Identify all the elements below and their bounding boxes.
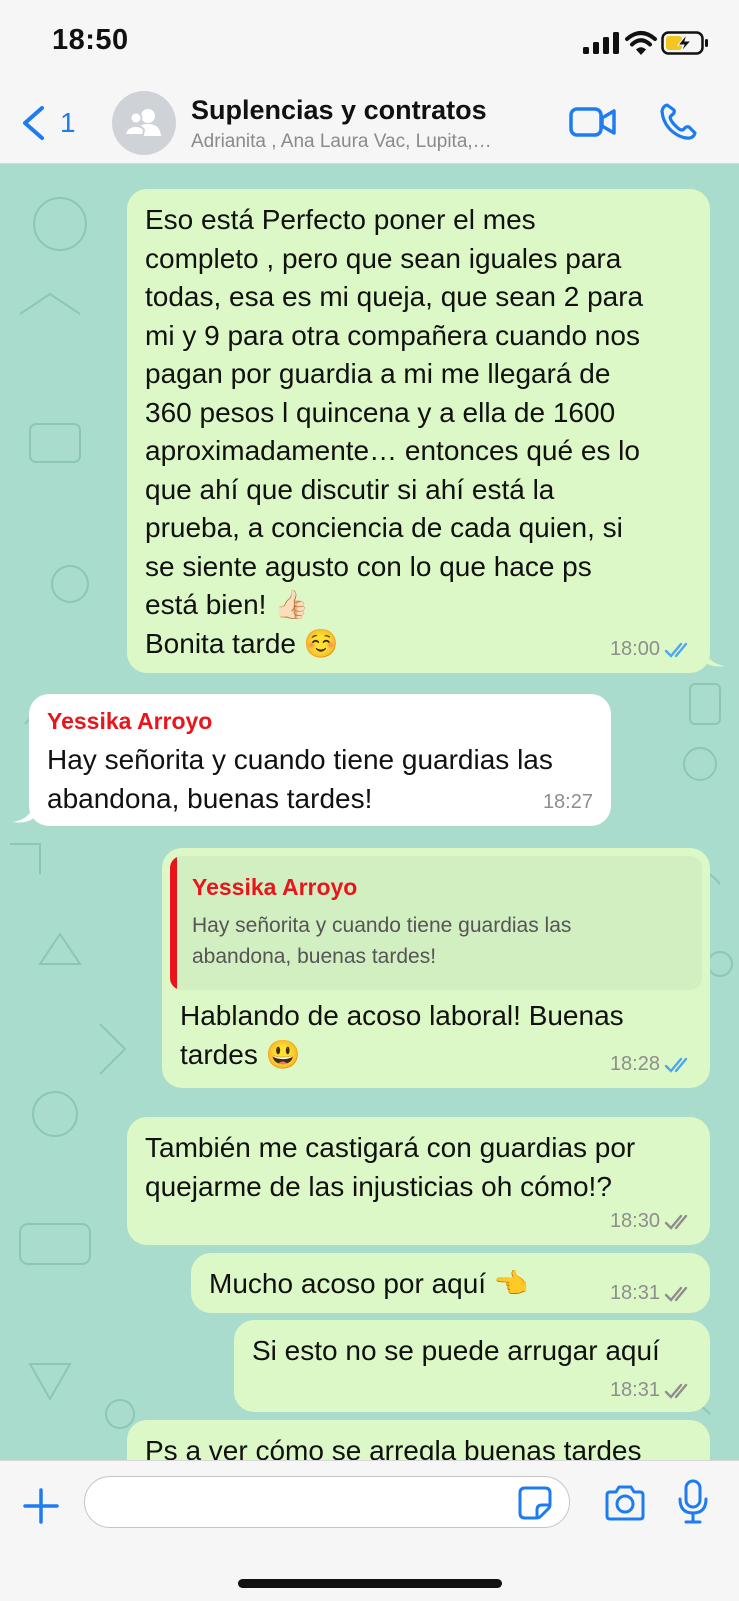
group-avatar-icon (123, 109, 161, 136)
read-ticks-icon (664, 642, 688, 658)
read-ticks-icon (664, 1057, 688, 1073)
message-sender[interactable]: Yessika Arroyo (47, 708, 593, 735)
chat-participants[interactable]: Adrianita , Ana Laura Vac, Lupita,… (191, 131, 492, 153)
quoted-message[interactable]: Yessika Arroyo Hay señorita y cuando tie… (170, 856, 702, 990)
message-bubble-outgoing[interactable]: Mucho acoso por aquí 👈 18:31 (191, 1253, 710, 1313)
message-bubble-outgoing[interactable]: Eso está Perfecto poner el mes completo … (127, 189, 710, 673)
delivered-ticks-icon (664, 1214, 688, 1230)
delivered-ticks-icon (664, 1383, 688, 1399)
signal-icon (583, 32, 619, 54)
quote-accent-bar (170, 856, 177, 990)
message-time: 18:31 (609, 1282, 660, 1304)
message-time: 18:27 (542, 791, 593, 813)
status-bar: 18:50 (0, 0, 739, 85)
quoted-text: Hay señorita y cuando tiene guardias las… (192, 914, 572, 968)
video-call-icon[interactable] (569, 104, 617, 140)
message-text: Hablando de acoso laboral! Buenas tardes… (180, 1000, 624, 1070)
chat-area[interactable]: Eso está Perfecto poner el mes completo … (0, 164, 739, 1460)
message-time: 18:28 (609, 1053, 660, 1075)
message-text: Ps a ver cómo se arregla buenas tardes (145, 1435, 642, 1460)
phone-call-icon[interactable] (658, 102, 698, 142)
home-indicator (238, 1579, 502, 1588)
chat-header: 1 Suplencias y contratos Adrianita , Ana… (0, 85, 739, 164)
battery-charging-icon (661, 31, 708, 55)
message-bubble-outgoing[interactable]: También me castigará con guardias por qu… (127, 1117, 710, 1245)
message-bubble-incoming[interactable]: Yessika Arroyo Hay señorita y cuando tie… (29, 694, 611, 826)
message-bubble-outgoing[interactable]: Ps a ver cómo se arregla buenas tardes (127, 1420, 710, 1460)
message-text: Si esto no se puede arrugar aquí (252, 1335, 660, 1366)
message-input-bar (0, 1460, 739, 1601)
quoted-sender: Yessika Arroyo (192, 874, 358, 900)
wifi-icon (625, 31, 657, 55)
back-chevron-icon[interactable] (20, 105, 46, 141)
message-input[interactable] (84, 1476, 570, 1528)
plus-icon[interactable] (22, 1487, 60, 1525)
sticker-icon[interactable] (517, 1485, 553, 1521)
back-unread-count[interactable]: 1 (60, 107, 76, 139)
message-bubble-outgoing[interactable]: Si esto no se puede arrugar aquí 18:31 (234, 1320, 710, 1412)
delivered-ticks-icon (664, 1286, 688, 1302)
chat-title[interactable]: Suplencias y contratos (191, 95, 487, 126)
message-bubble-outgoing-reply[interactable]: Yessika Arroyo Hay señorita y cuando tie… (162, 848, 710, 1088)
microphone-icon[interactable] (676, 1479, 710, 1525)
camera-icon[interactable] (603, 1483, 647, 1523)
message-time: 18:00 (609, 638, 660, 660)
bubble-tail (704, 648, 726, 667)
message-text: Hay señorita y cuando tiene guardias las… (47, 744, 553, 814)
message-text: Eso está Perfecto poner el mes completo … (145, 204, 644, 659)
message-time: 18:31 (609, 1379, 660, 1401)
bubble-tail (12, 804, 34, 823)
message-text: También me castigará con guardias por qu… (145, 1132, 636, 1202)
status-time: 18:50 (52, 24, 129, 56)
message-time: 18:30 (609, 1210, 660, 1232)
group-avatar[interactable] (112, 91, 176, 155)
